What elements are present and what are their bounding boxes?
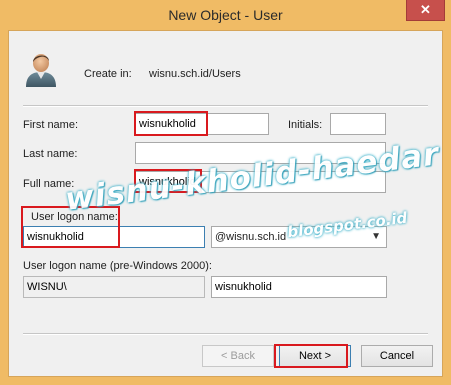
close-icon: ✕: [420, 2, 431, 17]
title-bar[interactable]: New Object - User ✕: [0, 0, 451, 30]
first-name-label: First name:: [23, 119, 79, 131]
dialog-window: New Object - User ✕ Create in: wisnu.sch…: [0, 0, 451, 385]
dialog-body: Create in: wisnu.sch.id/Users First name…: [8, 30, 443, 377]
chevron-down-icon: ▼: [371, 231, 381, 242]
initials-field[interactable]: [330, 113, 386, 135]
create-in-path: wisnu.sch.id/Users: [149, 68, 241, 80]
close-button[interactable]: ✕: [406, 0, 445, 21]
cancel-button[interactable]: Cancel: [361, 345, 433, 367]
domain-select-value: @wisnu.sch.id: [215, 231, 287, 243]
window-title: New Object - User: [168, 7, 283, 23]
pre2000-label: User logon name (pre-Windows 2000):: [23, 260, 212, 272]
create-in-label: Create in:: [84, 68, 132, 80]
initials-label: Initials:: [288, 119, 323, 131]
next-highlight: [274, 344, 348, 368]
footer-divider: [23, 333, 428, 335]
header-divider: [23, 105, 428, 107]
pre2000-domain-field: WISNU\: [23, 276, 205, 298]
header-area: Create in: wisnu.sch.id/Users: [9, 31, 442, 107]
user-icon: [26, 54, 56, 87]
last-name-label: Last name:: [23, 148, 78, 160]
back-button[interactable]: < Back: [202, 345, 274, 367]
pre2000-name-field[interactable]: wisnukholid: [211, 276, 387, 298]
first-name-highlight: [134, 111, 208, 136]
